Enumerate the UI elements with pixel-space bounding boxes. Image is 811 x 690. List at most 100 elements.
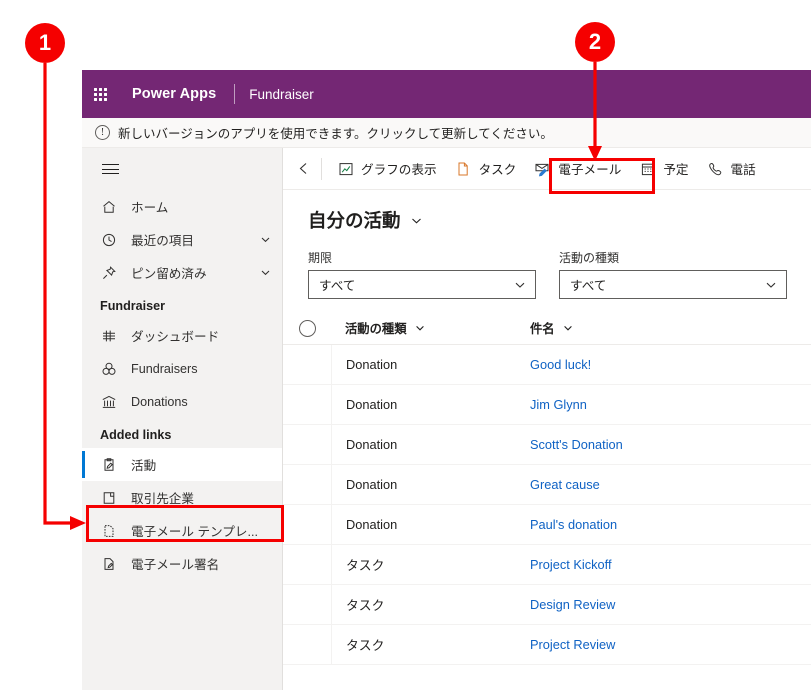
command-phone[interactable]: 電話 <box>698 149 765 189</box>
table-row[interactable]: タスク Project Review <box>283 624 811 665</box>
email-icon <box>534 160 551 177</box>
sidebar-item-label: Donations <box>131 394 188 409</box>
select-all-circle-icon[interactable] <box>298 320 316 337</box>
filter-label: 活動の種類 <box>559 251 620 265</box>
command-label: タスク <box>478 163 517 177</box>
cell-activity-type: タスク <box>346 598 385 613</box>
sidebar-item-home[interactable]: ホーム <box>82 190 282 223</box>
waffle-grid-icon[interactable] <box>82 70 118 118</box>
hamburger-menu-icon[interactable] <box>82 148 282 190</box>
sidebar-item-email-templates[interactable]: 電子メール テンプレ... <box>82 514 282 547</box>
coins-icon <box>100 360 118 378</box>
cell-subject-link[interactable]: Paul's donation <box>530 517 617 532</box>
sidebar-item-accounts[interactable]: 取引先企業 <box>82 481 282 514</box>
update-notification-bar[interactable]: ! 新しいバージョンのアプリを使用できます。クリックして更新してください。 <box>82 118 811 148</box>
command-email[interactable]: 電子メール <box>525 149 630 189</box>
clock-icon <box>100 231 118 249</box>
cell-subject-link[interactable]: Scott's Donation <box>530 437 623 452</box>
notification-text: 新しいバージョンのアプリを使用できます。クリックして更新してください。 <box>118 127 553 141</box>
sidebar-item-fundraisers[interactable]: Fundraisers <box>82 352 282 385</box>
table-row[interactable]: Donation Paul's donation <box>283 504 811 545</box>
select-all-cell <box>283 320 331 337</box>
dashboard-icon <box>100 327 118 345</box>
cell-subject-link[interactable]: Project Review <box>530 637 615 652</box>
column-label: 活動の種類 <box>345 322 407 336</box>
table-row[interactable]: Donation Great cause <box>283 464 811 505</box>
cell-activity-type: Donation <box>346 357 398 372</box>
sidebar-item-recent[interactable]: 最近の項目 <box>82 223 282 256</box>
cell-subject-link[interactable]: Good luck! <box>530 357 591 372</box>
table-row[interactable]: Donation Jim Glynn <box>283 384 811 425</box>
phone-icon <box>707 160 724 177</box>
command-task[interactable]: タスク <box>446 149 526 189</box>
grid-header-row: 活動の種類 件名 <box>283 313 811 345</box>
table-row[interactable]: Donation Scott's Donation <box>283 424 811 465</box>
calendar-icon <box>639 160 656 177</box>
exclamation-circle-icon: ! <box>95 125 110 140</box>
view-selector[interactable]: 自分の活動 <box>283 190 811 233</box>
cell-subject-link[interactable]: Design Review <box>530 597 615 612</box>
cell-activity-type: タスク <box>346 558 385 573</box>
sidebar-item-label: Fundraisers <box>131 361 198 376</box>
home-icon <box>100 198 118 216</box>
cell-activity-type: Donation <box>346 397 398 412</box>
filter-activity-type: 活動の種類 すべて <box>559 249 787 299</box>
cell-subject-link[interactable]: Jim Glynn <box>530 397 587 412</box>
cell-subject-link[interactable]: Great cause <box>530 477 600 492</box>
chart-icon <box>337 160 354 177</box>
sidebar-item-activities[interactable]: 活動 <box>82 448 282 481</box>
column-label: 件名 <box>530 322 555 336</box>
screenshot-root: Power Apps Fundraiser ! 新しいバージョンのアプリを使用で… <box>0 0 811 690</box>
filter-due-date: 期限 すべて <box>308 249 536 299</box>
sidebar: ホーム 最近の項目 ピン留め済み Fundraiser ダッシュボード Fund… <box>82 148 283 690</box>
command-appointment[interactable]: 予定 <box>630 149 697 189</box>
column-header-activity-type[interactable]: 活動の種類 <box>331 319 516 338</box>
pin-icon <box>100 264 118 282</box>
sidebar-item-label: 電子メール テンプレ... <box>131 525 258 539</box>
activity-type-select[interactable]: すべて <box>559 270 787 299</box>
annotation-marker-2: 2 <box>575 22 615 62</box>
chevron-down-icon <box>764 278 778 292</box>
column-header-subject[interactable]: 件名 <box>516 319 811 338</box>
chevron-down-icon <box>562 322 574 334</box>
marker-number: 1 <box>38 30 52 55</box>
chevron-down-icon[interactable] <box>259 266 272 279</box>
command-show-chart[interactable]: グラフの表示 <box>328 149 446 189</box>
cell-subject-link[interactable]: Project Kickoff <box>530 557 612 572</box>
cell-activity-type: タスク <box>346 638 385 653</box>
chevron-down-icon <box>513 278 527 292</box>
sidebar-item-pinned[interactable]: ピン留め済み <box>82 256 282 289</box>
sidebar-group-title-fundraiser: Fundraiser <box>100 299 166 313</box>
activities-grid: 活動の種類 件名 Donation Good luck! Donation Ji… <box>283 313 811 665</box>
sidebar-item-label: 活動 <box>131 459 157 473</box>
template-icon <box>100 522 118 540</box>
chevron-down-icon[interactable] <box>259 233 272 246</box>
cell-activity-type: Donation <box>346 477 398 492</box>
sidebar-item-label: 取引先企業 <box>131 492 194 506</box>
cell-activity-type: Donation <box>346 517 398 532</box>
command-bar: グラフの表示 タスク 電子メール 予定 電話 <box>283 148 811 190</box>
due-date-select[interactable]: すべて <box>308 270 536 299</box>
command-label: 電子メール <box>558 163 622 177</box>
sidebar-item-label: ピン留め済み <box>131 267 207 281</box>
table-row[interactable]: Donation Good luck! <box>283 344 811 385</box>
power-apps-window: Power Apps Fundraiser ! 新しいバージョンのアプリを使用で… <box>82 70 811 690</box>
filter-label: 期限 <box>308 251 333 265</box>
main-content: グラフの表示 タスク 電子メール 予定 電話 自分の活動 期限 すべて 活動の種… <box>283 148 811 690</box>
filter-value: すべて <box>319 279 356 293</box>
app-name-label[interactable]: Fundraiser <box>249 87 314 102</box>
brand-title[interactable]: Power Apps <box>132 86 216 102</box>
company-icon <box>100 489 118 507</box>
chevron-down-icon <box>414 322 426 334</box>
table-row[interactable]: タスク Project Kickoff <box>283 544 811 585</box>
marker-number: 2 <box>588 29 602 54</box>
command-bar-divider <box>321 157 322 180</box>
table-row[interactable]: タスク Design Review <box>283 584 811 625</box>
bank-icon <box>100 393 118 411</box>
sidebar-item-email-signature[interactable]: 電子メール署名 <box>82 547 282 580</box>
sidebar-item-label: 電子メール署名 <box>131 558 220 572</box>
sidebar-item-dashboard[interactable]: ダッシュボード <box>82 319 282 352</box>
sidebar-item-donations[interactable]: Donations <box>82 385 282 418</box>
back-arrow-icon[interactable] <box>287 149 319 189</box>
chevron-down-icon[interactable] <box>409 213 424 228</box>
